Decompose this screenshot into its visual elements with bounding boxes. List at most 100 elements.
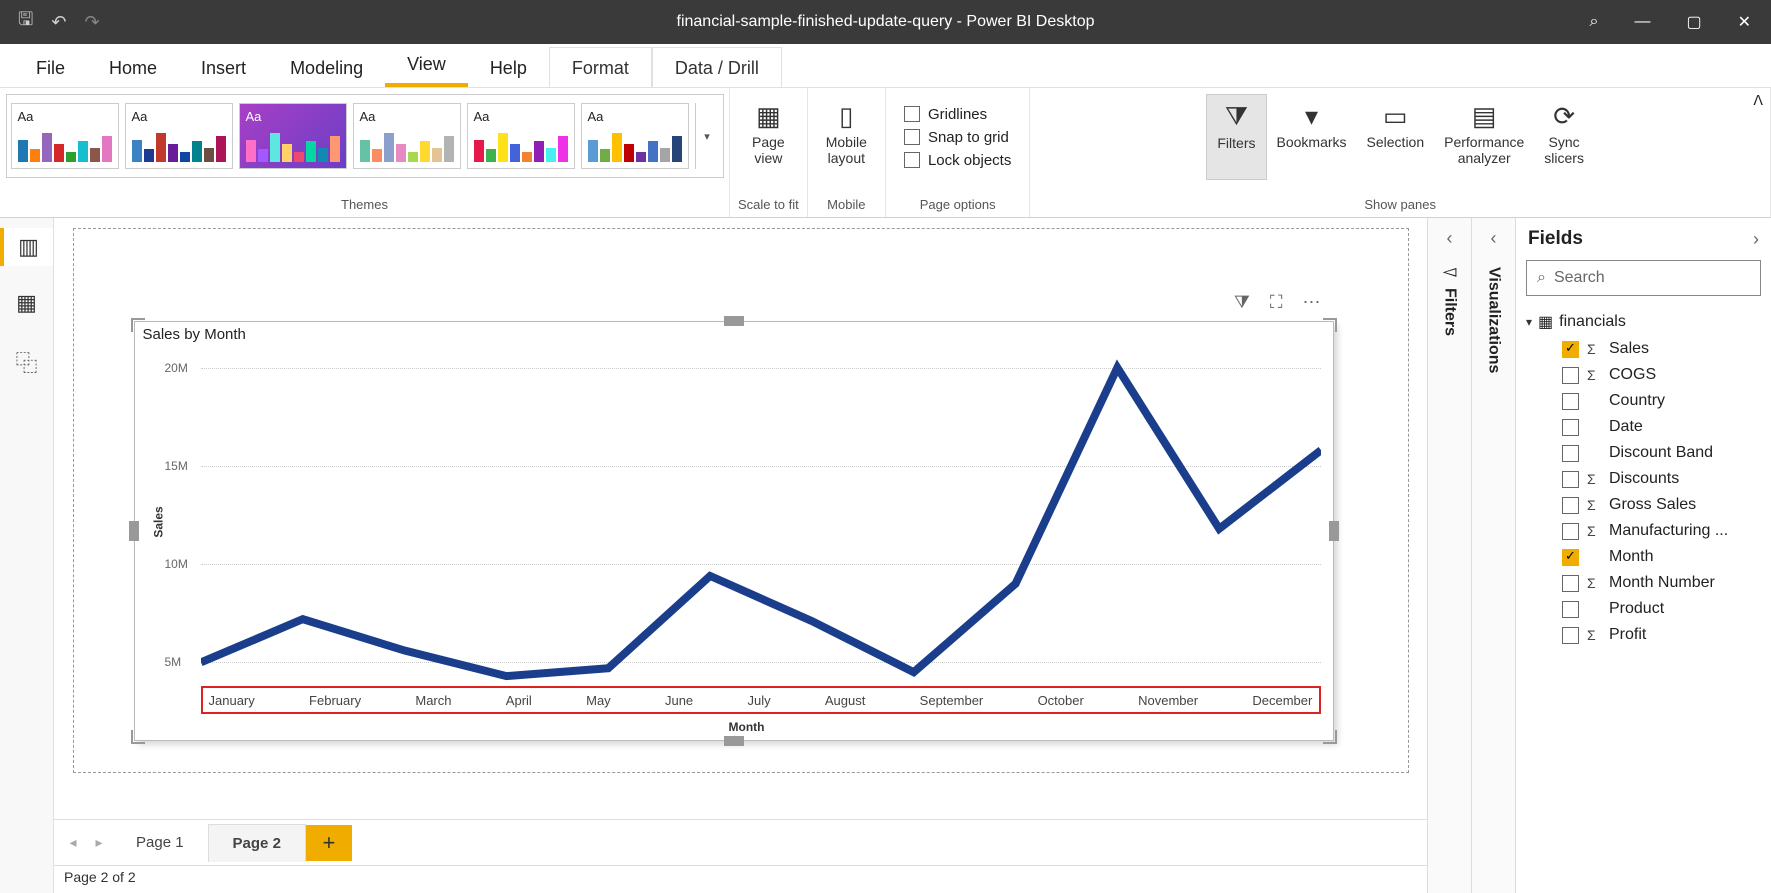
checkbox[interactable]: [1562, 419, 1579, 436]
page-view-button[interactable]: ▦Page view: [742, 94, 795, 180]
theme-6[interactable]: Aa: [581, 103, 689, 169]
field-date[interactable]: Date: [1526, 414, 1761, 440]
gridlines-checkbox[interactable]: Gridlines: [904, 106, 1011, 123]
menu-view[interactable]: View: [385, 44, 468, 87]
resize-corner-bl[interactable]: [131, 730, 145, 744]
resize-handle-top[interactable]: [724, 316, 744, 326]
themes-gallery[interactable]: Aa Aa Aa Aa Aa Aa ▾: [6, 94, 724, 178]
menubar: File Home Insert Modeling View Help Form…: [0, 44, 1771, 88]
field-month-number[interactable]: ΣMonth Number: [1526, 570, 1761, 596]
field-label: Sales: [1609, 340, 1649, 358]
visual-filter-icon[interactable]: ⧩: [1234, 292, 1250, 313]
bookmarks-pane-button[interactable]: ▾Bookmarks: [1267, 94, 1357, 180]
field-discount-band[interactable]: Discount Band: [1526, 440, 1761, 466]
checkbox[interactable]: [1562, 471, 1579, 488]
sync-icon: ⟳: [1553, 98, 1575, 134]
data-view-icon[interactable]: ▦: [0, 284, 53, 322]
theme-4[interactable]: Aa: [353, 103, 461, 169]
model-view-icon[interactable]: ⿻: [0, 340, 53, 384]
visualizations-pane-collapsed[interactable]: ‹ Visualizations: [1471, 218, 1515, 893]
search-icon[interactable]: ⌕: [1590, 13, 1599, 31]
minimize-icon[interactable]: —: [1634, 13, 1650, 31]
y-tick: 10M: [165, 557, 188, 571]
y-tick: 20M: [165, 361, 188, 375]
filters-pane-collapsed[interactable]: ‹ ◅ Filters: [1427, 218, 1471, 893]
ribbon: ᐱ Aa Aa Aa Aa Aa Aa ▾ Themes ▦Page view …: [0, 88, 1771, 218]
checkbox[interactable]: [1562, 497, 1579, 514]
checkbox[interactable]: [1562, 341, 1579, 358]
filter-icon: ⧩: [1225, 99, 1248, 135]
resize-handle-left[interactable]: [129, 521, 139, 541]
page-tab-2[interactable]: Page 2: [208, 824, 306, 862]
checkbox[interactable]: [1562, 549, 1579, 566]
chevron-left-icon[interactable]: ‹: [1447, 228, 1453, 249]
report-canvas[interactable]: ⧩ ⛶ ⋯ Sales by Month Sales Month: [54, 218, 1427, 819]
report-view-icon[interactable]: ▥: [0, 228, 53, 266]
sigma-icon: Σ: [1587, 341, 1601, 357]
resize-corner-tr[interactable]: [1323, 318, 1337, 332]
line-chart-visual[interactable]: ⧩ ⛶ ⋯ Sales by Month Sales Month: [134, 321, 1334, 741]
fields-search-input[interactable]: ⌕ Search: [1526, 260, 1761, 296]
add-page-button[interactable]: +: [306, 825, 352, 861]
resize-corner-tl[interactable]: [131, 318, 145, 332]
save-icon[interactable]: 🖫: [18, 7, 33, 37]
close-icon[interactable]: ✕: [1738, 12, 1751, 32]
theme-5[interactable]: Aa: [467, 103, 575, 169]
theme-1[interactable]: Aa: [11, 103, 119, 169]
chevron-right-icon[interactable]: ›: [1753, 229, 1759, 250]
chevron-left-icon[interactable]: ‹: [1491, 228, 1497, 249]
field-gross-sales[interactable]: ΣGross Sales: [1526, 492, 1761, 518]
field-profit[interactable]: ΣProfit: [1526, 622, 1761, 648]
selection-pane-button[interactable]: ▭Selection: [1357, 94, 1435, 180]
menu-modeling[interactable]: Modeling: [268, 48, 385, 87]
theme-3-selected[interactable]: Aa: [239, 103, 347, 169]
prev-page-icon[interactable]: ◂: [60, 834, 86, 851]
checkbox[interactable]: [1562, 523, 1579, 540]
theme-dropdown[interactable]: ▾: [695, 103, 719, 169]
page-tab-1[interactable]: Page 1: [112, 824, 208, 861]
chevron-down-icon[interactable]: ▾: [1526, 315, 1532, 329]
undo-icon[interactable]: ↶: [51, 12, 66, 33]
lock-objects-checkbox[interactable]: Lock objects: [904, 152, 1011, 169]
menu-help[interactable]: Help: [468, 48, 549, 87]
filters-pane-button[interactable]: ⧩Filters: [1206, 94, 1266, 180]
menu-insert[interactable]: Insert: [179, 48, 268, 87]
menu-data-drill[interactable]: Data / Drill: [652, 47, 782, 87]
field-product[interactable]: Product: [1526, 596, 1761, 622]
resize-handle-right[interactable]: [1329, 521, 1339, 541]
field-month[interactable]: Month: [1526, 544, 1761, 570]
sync-slicers-button[interactable]: ⟳Sync slicers: [1534, 94, 1594, 180]
field-manufacturing-[interactable]: ΣManufacturing ...: [1526, 518, 1761, 544]
field-label: Discounts: [1609, 470, 1679, 488]
x-tick: May: [586, 693, 611, 708]
ribbon-collapse-icon[interactable]: ᐱ: [1753, 92, 1763, 109]
field-sales[interactable]: Σ Sales: [1526, 336, 1761, 362]
field-discounts[interactable]: ΣDiscounts: [1526, 466, 1761, 492]
next-page-icon[interactable]: ▸: [86, 834, 112, 851]
checkbox[interactable]: [1562, 575, 1579, 592]
table-financials[interactable]: ▾ ▦ financials: [1526, 308, 1761, 336]
status-bar: Page 2 of 2: [54, 865, 1427, 893]
resize-handle-bottom[interactable]: [724, 736, 744, 746]
field-country[interactable]: Country: [1526, 388, 1761, 414]
scale-group-label: Scale to fit: [738, 197, 799, 215]
menu-file[interactable]: File: [14, 48, 87, 87]
snap-to-grid-checkbox[interactable]: Snap to grid: [904, 129, 1011, 146]
checkbox[interactable]: [1562, 393, 1579, 410]
field-cogs[interactable]: ΣCOGS: [1526, 362, 1761, 388]
redo-icon[interactable]: ↷: [84, 12, 99, 33]
checkbox[interactable]: [1562, 627, 1579, 644]
performance-analyzer-button[interactable]: ▤Performance analyzer: [1434, 94, 1534, 180]
checkbox[interactable]: [1562, 367, 1579, 384]
maximize-icon[interactable]: ▢: [1686, 12, 1701, 32]
mobile-layout-button[interactable]: ▯Mobile layout: [816, 94, 877, 180]
menu-home[interactable]: Home: [87, 48, 179, 87]
theme-2[interactable]: Aa: [125, 103, 233, 169]
checkbox[interactable]: [1562, 601, 1579, 618]
field-label: Gross Sales: [1609, 496, 1696, 514]
checkbox[interactable]: [1562, 445, 1579, 462]
resize-corner-br[interactable]: [1323, 730, 1337, 744]
visual-more-icon[interactable]: ⋯: [1303, 292, 1321, 313]
visual-focus-icon[interactable]: ⛶: [1270, 292, 1283, 313]
menu-format[interactable]: Format: [549, 47, 652, 87]
